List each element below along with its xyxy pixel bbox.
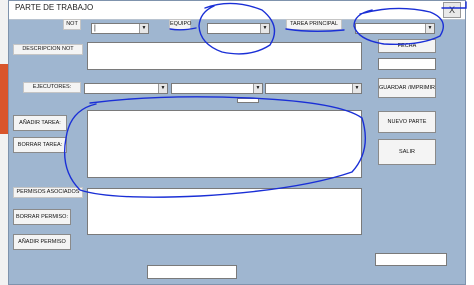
ejecutor-combo-1[interactable]: ▼ [84, 83, 168, 94]
salir-button[interactable]: SALIR [378, 139, 436, 165]
title-bar: PARTE DE TRABAJO X [9, 1, 465, 20]
form-window: PARTE DE TRABAJO X NOT | ▼ EQUIPO ▼ TARE… [8, 0, 466, 285]
chevron-down-icon[interactable]: ▼ [260, 24, 269, 33]
chevron-down-icon[interactable]: ▼ [425, 24, 434, 33]
permisos-textbox[interactable] [87, 188, 362, 235]
chevron-down-icon[interactable]: ▼ [158, 84, 167, 93]
ejecutor-combo-3[interactable]: ▼ [265, 83, 362, 94]
guardar-imprimir-button[interactable]: GUARDAR /IMPRIMIR [378, 78, 436, 98]
not-label: NOT [63, 19, 81, 30]
equipo-label: EQUIPO [169, 19, 191, 30]
tarea-principal-label: TAREA PRINCIPAL [286, 19, 342, 30]
footer-center-field[interactable] [147, 265, 237, 279]
descripcion-label: DESCRIPCION NOT [13, 44, 83, 55]
ejecutores-label: EJECUTORES: [23, 82, 81, 93]
borrar-tarea-button[interactable]: BORRAR TAREA: [13, 137, 67, 153]
not-combo-value: | [94, 25, 96, 32]
chevron-down-icon[interactable]: ▼ [253, 84, 262, 93]
permisos-label: PERMISOS ASOCIADOS [13, 187, 83, 198]
borrar-permiso-button[interactable]: BORRAR PERMISO: [13, 209, 71, 225]
close-button[interactable]: X [443, 2, 461, 18]
fecha-field[interactable] [378, 58, 436, 70]
nuevo-parte-button[interactable]: NUEVO PARTE [378, 111, 436, 133]
anadir-tarea-button[interactable]: AÑADIR TAREA: [13, 115, 67, 131]
not-combo[interactable]: | ▼ [91, 23, 149, 34]
chevron-down-icon[interactable]: ▼ [139, 24, 148, 33]
chevron-down-icon[interactable]: ▼ [352, 84, 361, 93]
descripcion-textbox[interactable] [87, 42, 362, 70]
ejecutor-combo-2[interactable]: ▼ [171, 83, 263, 94]
small-field[interactable] [237, 98, 259, 103]
tarea-principal-combo[interactable]: ▼ [355, 23, 435, 34]
window-title: PARTE DE TRABAJO [15, 3, 94, 12]
anadir-permiso-button[interactable]: AÑADIR PERMISO [13, 234, 71, 250]
tareas-textbox[interactable] [87, 110, 362, 178]
equipo-combo[interactable]: ▼ [207, 23, 270, 34]
footer-right-field[interactable] [375, 253, 447, 266]
fecha-button[interactable]: FECHA [378, 39, 436, 53]
